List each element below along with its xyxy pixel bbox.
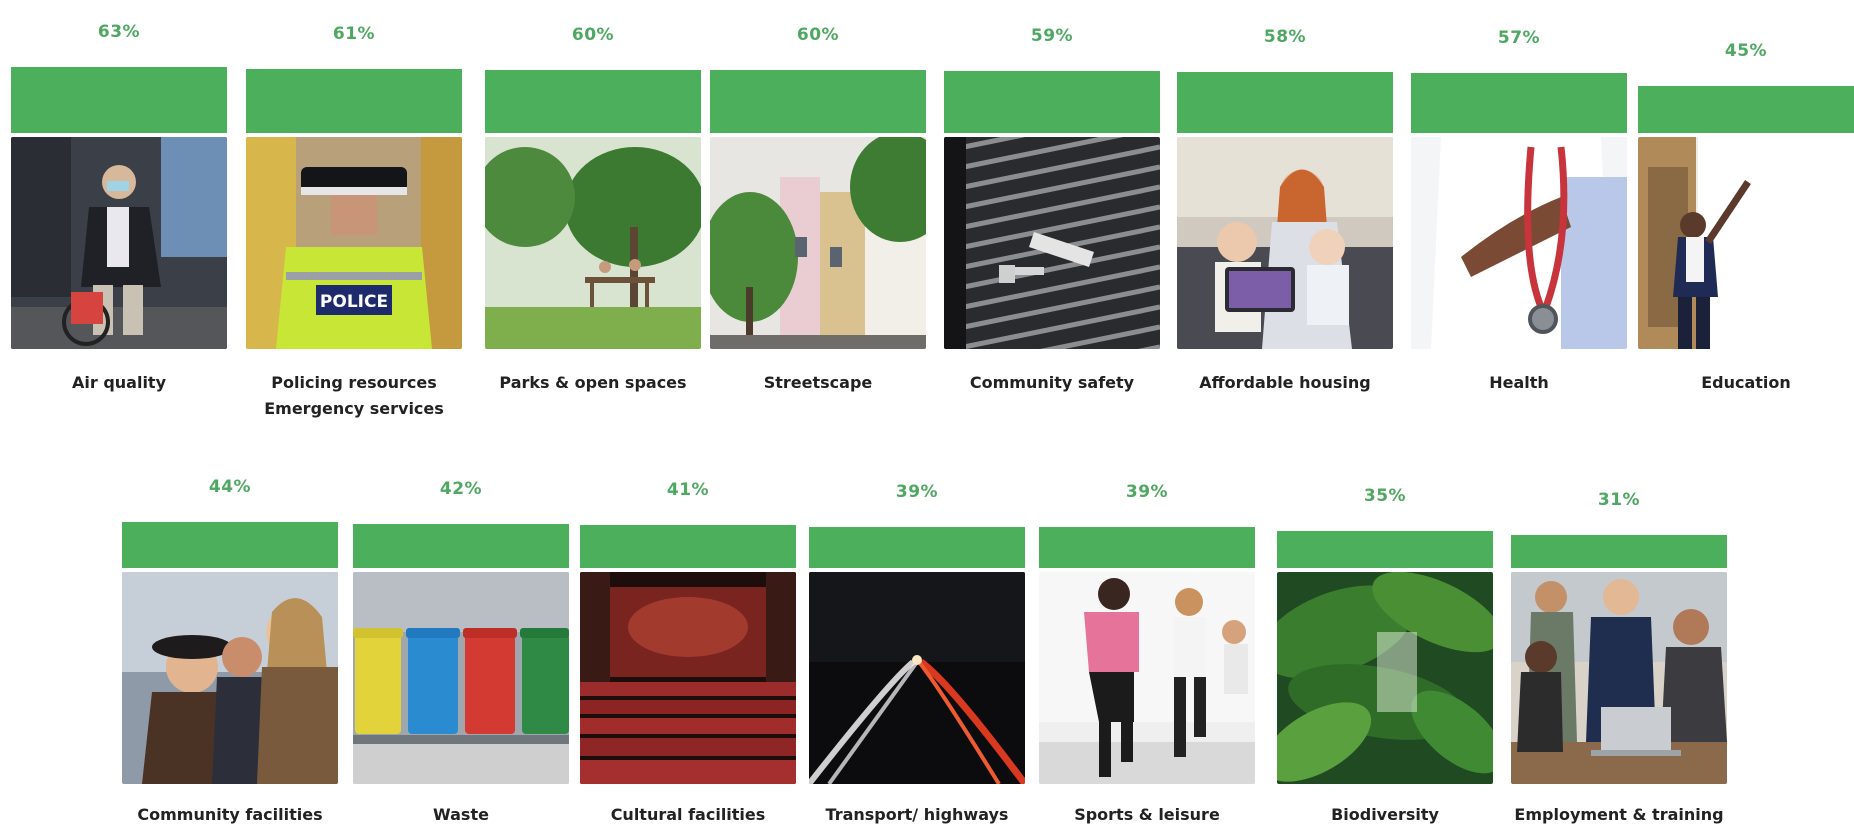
category-label: Streetscape (763, 373, 873, 392)
category-label: Employment & training (1514, 805, 1724, 824)
terraced-street-image (710, 137, 926, 349)
family-on-sofa-image (1177, 137, 1393, 349)
category-label: Health (1489, 373, 1549, 392)
bar (1039, 527, 1255, 568)
category-label: Affordable housing (1199, 373, 1371, 392)
category-label: Waste (433, 805, 489, 824)
value-label: 39% (1125, 482, 1169, 502)
value-label: 41% (666, 480, 710, 500)
category-label: Community safety (969, 373, 1135, 392)
category-label: Transport/ highways (825, 805, 1009, 824)
bar (1511, 535, 1727, 568)
category-label: Community facilities (137, 805, 323, 824)
tropical-leaves-image (1277, 572, 1493, 784)
teacher-whiteboard-image (1638, 137, 1854, 349)
category-label: Biodiversity (1331, 805, 1439, 824)
category-label: Education (1701, 373, 1791, 392)
category-label: Policing resources Emergency services (264, 373, 444, 418)
bar (1411, 73, 1627, 133)
doctor-stethoscope-image (1411, 137, 1627, 349)
highway-night-image (809, 572, 1025, 784)
bar (11, 67, 227, 133)
value-label: 60% (571, 25, 615, 45)
fitness-class-image (1039, 572, 1255, 784)
value-label: 60% (796, 25, 840, 45)
value-label: 59% (1030, 26, 1074, 46)
category-label: Sports & leisure (1074, 805, 1220, 824)
bar (246, 69, 462, 133)
bar (353, 524, 569, 568)
bar (710, 70, 926, 133)
value-label: 44% (208, 477, 252, 497)
bar (1177, 72, 1393, 133)
value-label: 58% (1263, 27, 1307, 47)
value-label: 45% (1724, 41, 1768, 61)
category-label: Parks & open spaces (499, 373, 687, 392)
park-image (485, 137, 701, 349)
value-label: 35% (1363, 486, 1407, 506)
office-meeting-image (1511, 572, 1727, 784)
bar (1638, 86, 1854, 133)
bar (485, 70, 701, 133)
value-label: 31% (1597, 490, 1641, 510)
bar (1277, 531, 1493, 568)
category-label: Air quality (71, 373, 166, 392)
value-label: 42% (439, 479, 483, 499)
value-label: 61% (332, 24, 376, 44)
bar (580, 525, 796, 568)
theatre-seats-image (580, 572, 796, 784)
friends-laughing-image (122, 572, 338, 784)
recycling-bins-image (353, 572, 569, 784)
bar (122, 522, 338, 568)
value-label: 39% (895, 482, 939, 502)
cyclist-with-mask-image (11, 137, 227, 349)
bar (944, 71, 1160, 133)
police-officer-image: POLICE (246, 137, 462, 349)
cctv-camera-image (944, 137, 1160, 349)
category-label: Cultural facilities (610, 805, 766, 824)
value-label: 63% (97, 22, 141, 42)
svg-text:POLICE: POLICE (320, 292, 388, 312)
value-label: 57% (1497, 28, 1541, 48)
bar (809, 527, 1025, 568)
